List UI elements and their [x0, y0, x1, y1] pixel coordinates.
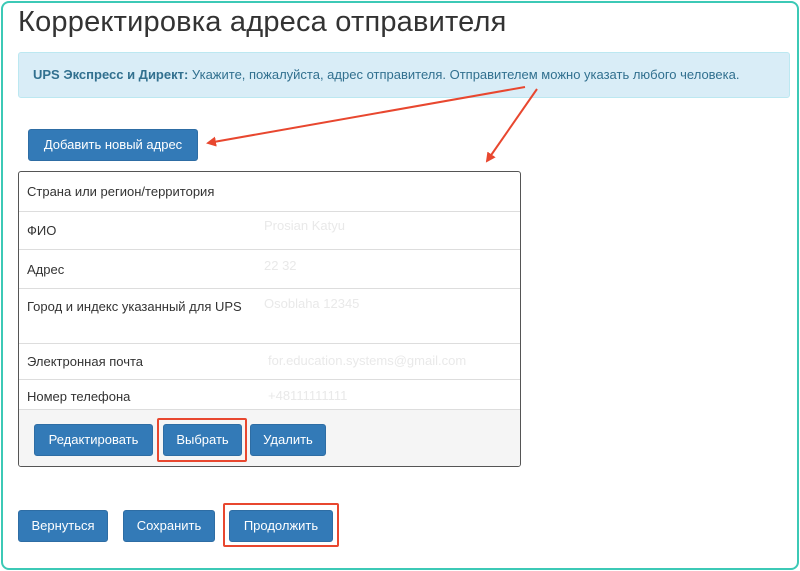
- address-value-city: Osoblaha 12345: [264, 296, 360, 311]
- address-row-address: Адрес 22 32: [19, 250, 520, 289]
- address-label-email: Электронная почта: [27, 354, 144, 369]
- address-value-address: 22 32: [264, 258, 297, 273]
- address-row-name: ФИО Prosian Katyu: [19, 212, 520, 250]
- alert-strong-text: UPS Экспресс и Директ:: [33, 67, 189, 82]
- address-row-city: Город и индекс указанный для UPS Osoblah…: [19, 289, 520, 344]
- edit-button[interactable]: Редактировать: [34, 424, 153, 456]
- address-label-country: Страна или регион/территория: [27, 184, 215, 199]
- alert-text: Укажите, пожалуйста, адрес отправителя. …: [188, 67, 740, 82]
- delete-button[interactable]: Удалить: [250, 424, 326, 456]
- select-button[interactable]: Выбрать: [163, 424, 242, 456]
- add-new-address-button[interactable]: Добавить новый адрес: [28, 129, 198, 161]
- address-value-email: for.education.systems@gmail.com: [268, 353, 467, 368]
- back-button[interactable]: Вернуться: [18, 510, 108, 542]
- page-title: Корректировка адреса отправителя: [18, 6, 507, 38]
- address-label-address: Адрес: [27, 262, 65, 277]
- continue-button[interactable]: Продолжить: [229, 510, 333, 542]
- address-label-phone: Номер телефона: [27, 389, 131, 404]
- address-row-phone: Номер телефона +48111111111: [19, 380, 520, 410]
- address-row-country: Страна или регион/территория: [19, 172, 520, 212]
- address-card: Страна или регион/территория ФИО Prosian…: [18, 171, 521, 467]
- address-label-city: Город и индекс указанный для UPS: [27, 299, 242, 314]
- info-alert: UPS Экспресс и Директ: Укажите, пожалуйс…: [18, 52, 790, 98]
- save-button[interactable]: Сохранить: [123, 510, 215, 542]
- address-row-email: Электронная почта for.education.systems@…: [19, 344, 520, 380]
- address-value-name: Prosian Katyu: [264, 218, 345, 233]
- address-value-phone: +48111111111: [268, 388, 348, 403]
- address-label-name: ФИО: [27, 223, 57, 238]
